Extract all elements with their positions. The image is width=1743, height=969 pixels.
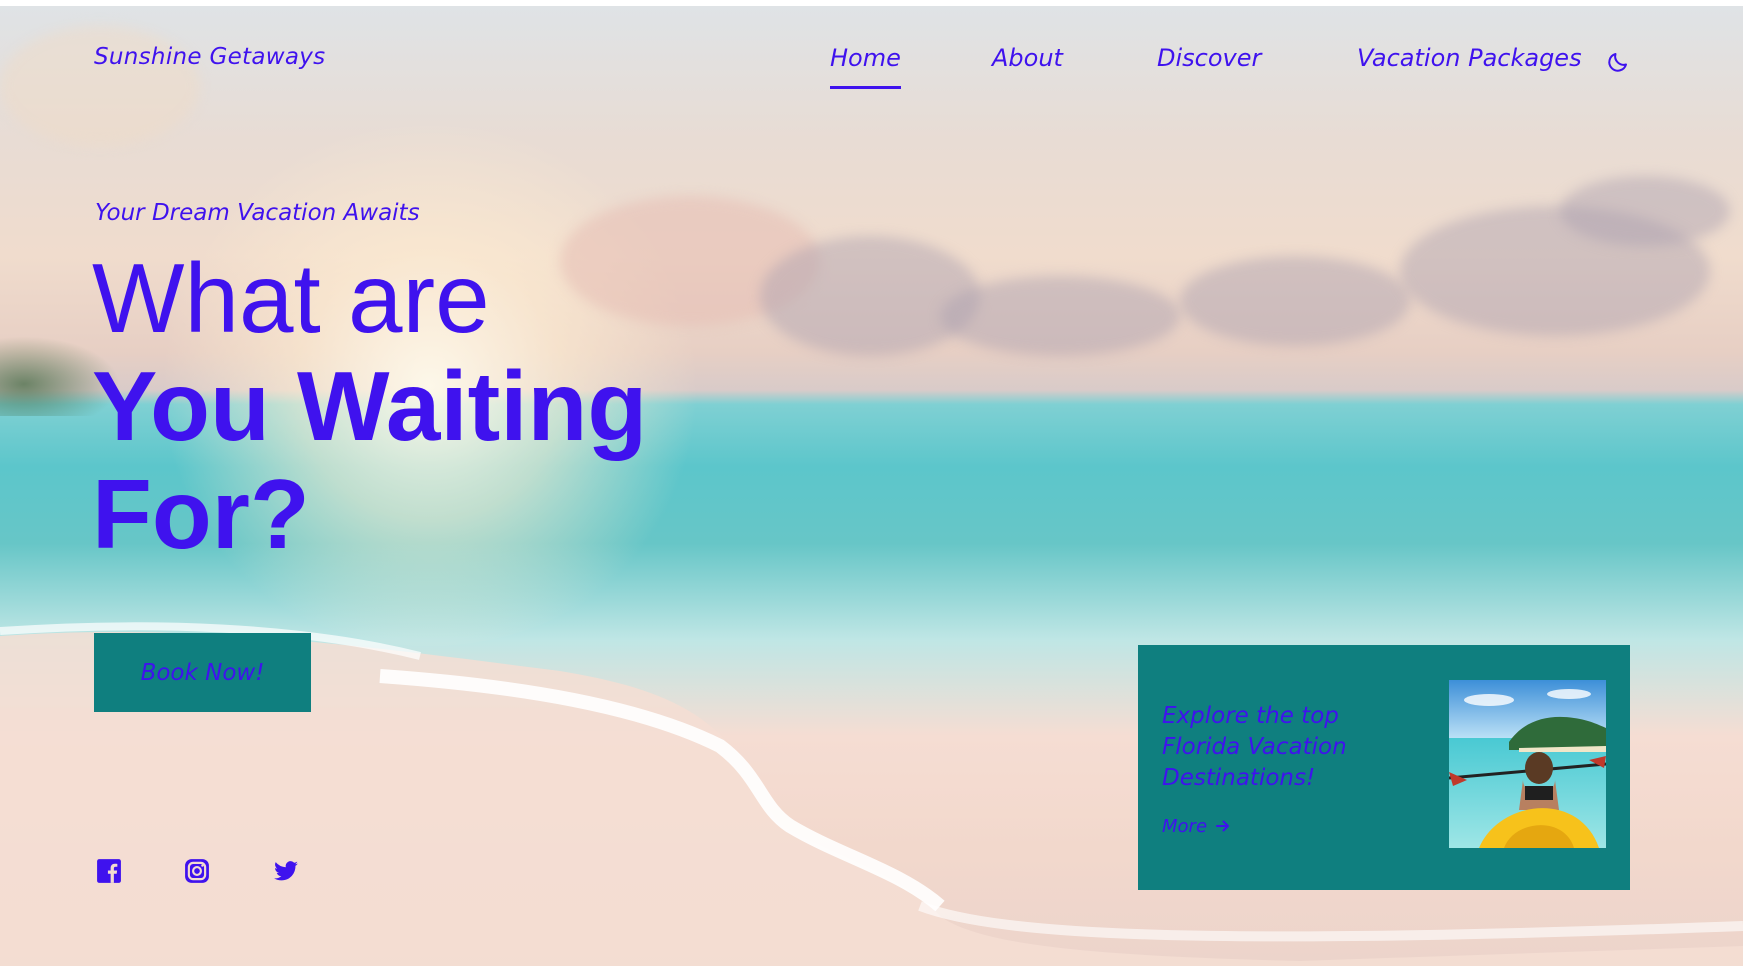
promo-card: Explore the top Florida Vacation Destina…	[1138, 645, 1630, 890]
headline-line-1: What are	[92, 243, 490, 353]
headline-line-2: You Waiting	[92, 351, 648, 461]
hero-headline: What are You Waiting For?	[92, 244, 647, 568]
cloud	[1560, 176, 1730, 246]
twitter-icon[interactable]	[273, 858, 299, 884]
cloud	[940, 276, 1180, 356]
hero-tagline: Your Dream Vacation Awaits	[95, 200, 420, 226]
more-link[interactable]: More	[1162, 816, 1231, 837]
promo-card-text: Explore the top Florida Vacation Destina…	[1162, 703, 1347, 791]
nav-discover[interactable]: Discover	[1157, 44, 1261, 72]
headline-line-3: For?	[92, 459, 310, 569]
instagram-icon[interactable]	[184, 858, 210, 884]
cloud	[1400, 206, 1710, 336]
nav-home[interactable]: Home	[830, 44, 901, 89]
main-nav: Home About Discover Vacation Packages	[0, 44, 1743, 104]
cloud	[760, 236, 980, 356]
moon-icon[interactable]	[1606, 50, 1630, 74]
kayak-photo	[1449, 680, 1606, 848]
nav-vacation-packages[interactable]: Vacation Packages	[1357, 44, 1582, 72]
nav-about[interactable]: About	[992, 44, 1063, 72]
arrow-right-icon	[1215, 820, 1229, 832]
more-label: More	[1162, 816, 1208, 837]
facebook-icon[interactable]	[96, 858, 122, 884]
book-now-button[interactable]: Book Now!	[94, 633, 311, 712]
cloud	[1180, 256, 1410, 346]
